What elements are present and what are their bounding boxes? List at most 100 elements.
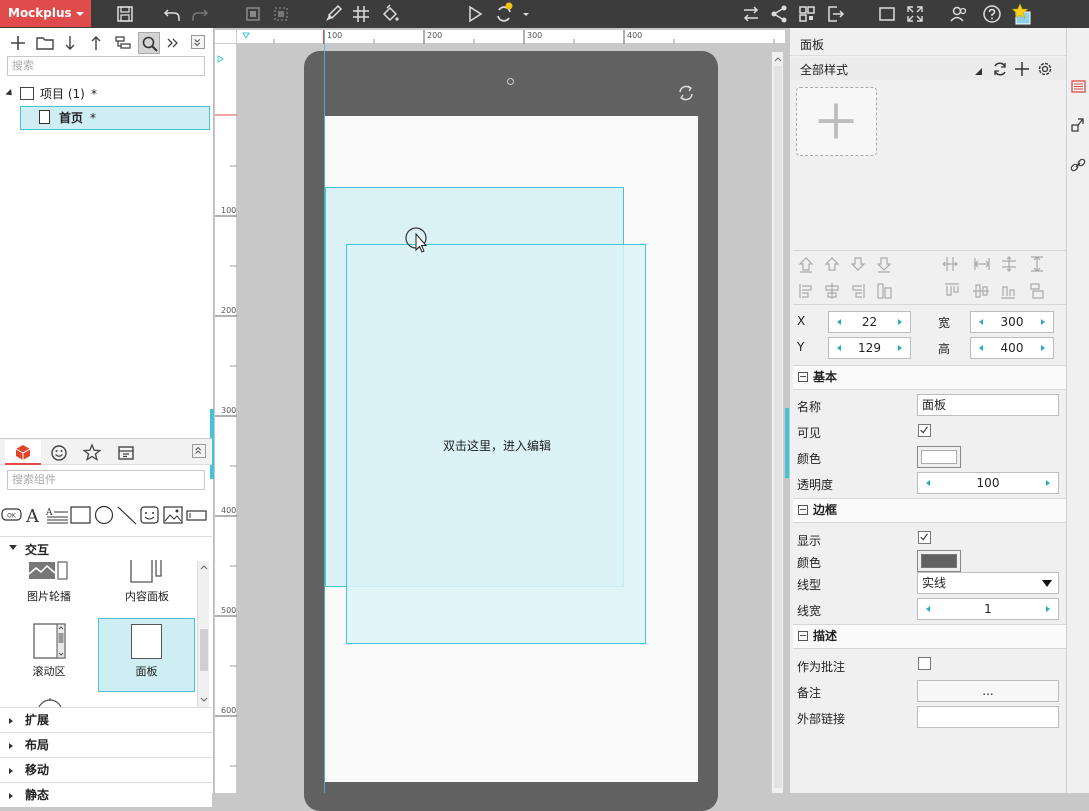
send-to-back-icon[interactable] <box>876 257 892 273</box>
brush-icon[interactable] <box>321 2 345 26</box>
dropdown-icon[interactable] <box>975 68 982 75</box>
external-link-input[interactable] <box>917 706 1059 728</box>
tab-emoji[interactable] <box>48 442 70 464</box>
button-component-icon[interactable]: OK <box>1 508 22 521</box>
x-input[interactable]: 22 <box>828 311 911 333</box>
ungroup-icon[interactable] <box>269 2 293 26</box>
frame-icon[interactable] <box>875 2 899 26</box>
category-interaction[interactable]: 交互 <box>0 536 212 560</box>
distribute-h-icon[interactable] <box>942 257 958 271</box>
tree-item-project[interactable]: 项目 (1) * <box>0 83 212 105</box>
align-bottom-icon[interactable] <box>1001 286 1015 299</box>
line-width-input[interactable]: 1 <box>917 598 1059 620</box>
name-input[interactable]: 面板 <box>917 394 1059 416</box>
category-static[interactable]: 静态 <box>0 782 212 807</box>
page-search-input[interactable]: 搜索 <box>7 56 205 76</box>
align-bottom-edge-icon[interactable] <box>1030 283 1044 299</box>
save-icon[interactable] <box>113 2 137 26</box>
add-style-icon[interactable] <box>1012 59 1032 79</box>
rotate-icon[interactable] <box>676 83 696 103</box>
panel-widget[interactable]: 双击这里，进入编辑 <box>346 244 646 644</box>
section-border[interactable]: 边框 <box>793 498 1066 523</box>
app-logo-menu[interactable]: Mockplus <box>0 0 91 27</box>
increment-icon[interactable] <box>1046 606 1050 612</box>
redo-icon[interactable] <box>188 2 212 26</box>
increment-icon[interactable] <box>1046 480 1050 486</box>
swap-icon[interactable] <box>739 2 763 26</box>
y-input[interactable]: 129 <box>828 337 911 359</box>
category-mobile[interactable]: 移动 <box>0 757 212 782</box>
category-extend[interactable]: 扩展 <box>0 707 212 732</box>
image-component-icon[interactable] <box>163 506 183 524</box>
tab-components[interactable] <box>5 440 41 465</box>
fullscreen-icon[interactable] <box>903 2 927 26</box>
distribute-height-icon[interactable] <box>1031 256 1043 272</box>
component-scrollbar[interactable] <box>197 561 209 708</box>
properties-tab-icon[interactable] <box>1068 76 1088 96</box>
chevron-down-icon[interactable] <box>520 2 532 26</box>
search-icon[interactable] <box>138 32 160 54</box>
width-input[interactable]: 300 <box>970 311 1054 333</box>
caret-icon[interactable] <box>5 88 15 99</box>
qr-code-icon[interactable] <box>795 2 819 26</box>
height-input[interactable]: 400 <box>970 337 1054 359</box>
decrement-icon[interactable] <box>837 319 841 325</box>
refresh-icon[interactable] <box>990 59 1010 79</box>
distribute-v-icon[interactable] <box>1002 256 1016 272</box>
interaction-tab-icon[interactable] <box>1068 115 1088 135</box>
preview-play-icon[interactable] <box>463 2 487 26</box>
section-basic[interactable]: 基本 <box>793 365 1066 390</box>
vip-star-icon[interactable] <box>1010 2 1034 26</box>
increment-icon[interactable] <box>1041 319 1045 325</box>
as-note-checkbox[interactable] <box>918 657 931 670</box>
border-show-checkbox[interactable] <box>918 531 931 544</box>
circle-component-icon[interactable] <box>94 505 114 525</box>
folder-icon[interactable] <box>34 32 56 54</box>
align-left-icon[interactable] <box>799 284 812 298</box>
border-color-swatch[interactable] <box>917 550 961 572</box>
add-page-icon[interactable] <box>7 32 29 54</box>
bring-to-front-icon[interactable] <box>798 257 814 273</box>
align-right-icon[interactable] <box>852 284 865 298</box>
align-top-icon[interactable] <box>945 283 959 296</box>
decrement-icon[interactable] <box>979 345 983 351</box>
decrement-icon[interactable] <box>926 480 930 486</box>
move-down-icon[interactable] <box>59 32 81 54</box>
move-up-icon[interactable] <box>85 32 107 54</box>
send-backward-icon[interactable] <box>850 257 866 271</box>
grid-icon[interactable] <box>349 2 373 26</box>
increment-icon[interactable] <box>898 345 902 351</box>
visible-checkbox[interactable] <box>918 424 931 437</box>
tab-templates[interactable] <box>115 442 137 464</box>
increment-icon[interactable] <box>1041 345 1045 351</box>
team-icon[interactable] <box>947 2 971 26</box>
note-button[interactable]: ... <box>917 680 1059 702</box>
section-description[interactable]: 描述 <box>793 624 1066 649</box>
double-chevron-right-icon[interactable] <box>162 32 184 54</box>
canvas-scrollbar[interactable] <box>771 52 783 793</box>
sitemap-icon[interactable] <box>112 32 134 54</box>
sync-icon[interactable] <box>492 2 516 26</box>
opacity-input[interactable]: 100 <box>917 472 1059 494</box>
distribute-width-icon[interactable] <box>974 258 990 270</box>
decrement-icon[interactable] <box>926 606 930 612</box>
share-icon[interactable] <box>767 2 791 26</box>
gear-icon[interactable] <box>1035 59 1055 79</box>
add-style-tile[interactable] <box>796 87 877 156</box>
rectangle-component-icon[interactable] <box>70 506 91 524</box>
export-icon[interactable] <box>823 2 847 26</box>
category-layout[interactable]: 布局 <box>0 732 212 757</box>
decrement-icon[interactable] <box>979 319 983 325</box>
component-search-input[interactable]: 搜索组件 <box>7 470 205 490</box>
align-middle-icon[interactable] <box>973 284 989 298</box>
bring-forward-icon[interactable] <box>824 257 840 271</box>
panel-component-tile[interactable]: 面板 <box>98 618 195 692</box>
help-icon[interactable] <box>980 2 1004 26</box>
text-component-icon[interactable]: A <box>25 506 40 527</box>
decrement-icon[interactable] <box>837 345 841 351</box>
tree-item-home[interactable]: 首页 * <box>20 106 210 130</box>
input-component-icon[interactable] <box>186 510 207 521</box>
collapse-icon[interactable] <box>192 444 206 458</box>
link-icon[interactable] <box>1068 155 1088 175</box>
group-icon[interactable] <box>241 2 265 26</box>
